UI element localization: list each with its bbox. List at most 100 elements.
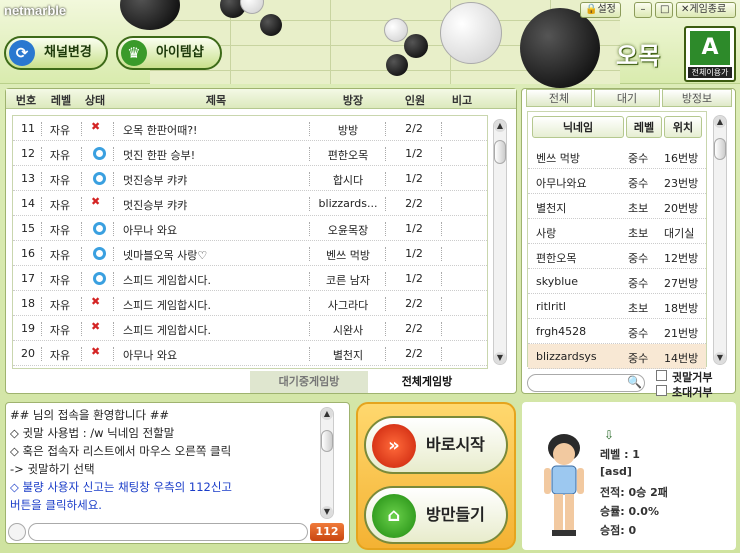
room-number: 19 [21, 322, 35, 335]
room-list-header: 번호 레벨 상태 제목 방장 인원 비고 [6, 89, 516, 109]
room-number: 13 [21, 172, 35, 185]
user-row[interactable]: blizzardsys 중수 14번방 [528, 344, 706, 369]
full-room-icon: ✖ [91, 120, 101, 133]
col-note: 비고 [451, 94, 473, 107]
user-level: 중수 [628, 152, 649, 165]
room-title: 멋진승부 캬캬 [123, 174, 188, 187]
room-level: 자유 [49, 174, 71, 187]
invite-refuse-checkbox[interactable] [656, 385, 667, 396]
chat-scrollbar[interactable]: ▲ ▼ [320, 407, 334, 519]
user-level: 중수 [628, 277, 649, 290]
col-location[interactable]: 위치 [664, 116, 702, 138]
tab-waiting-rooms[interactable]: 대기중게임방 [250, 371, 368, 393]
room-owner: 편한오목 [327, 149, 369, 162]
room-row[interactable]: 16 자유 넷마블오목 사랑♡ 벤쓰 먹방 1/2 [13, 241, 487, 266]
scroll-down-icon[interactable]: ▼ [494, 352, 506, 364]
user-row[interactable]: frgh4528 중수 21번방 [528, 319, 706, 344]
maximize-button[interactable]: □ [655, 2, 673, 18]
open-room-icon [93, 147, 106, 160]
room-row[interactable]: 17 자유 스피드 게임합시다. 코른 남자 1/2 [13, 266, 487, 291]
user-level: 중수 [628, 177, 649, 190]
tab-all-rooms[interactable]: 전체게임방 [368, 371, 486, 393]
scroll-thumb[interactable] [321, 430, 333, 452]
profile-record: 전적: 0승 2패 [600, 486, 668, 499]
room-row[interactable]: 11 자유 오목 한판어때?! 방방 2/2 ✖ [13, 116, 487, 141]
whisper-refuse-label: 귓말거부 [672, 371, 713, 384]
room-row[interactable]: 15 자유 아무나 와요 오윤목장 1/2 [13, 216, 487, 241]
age-rating-label: 전체이용가 [688, 67, 732, 78]
room-number: 20 [21, 347, 35, 360]
scroll-up-icon[interactable]: ▲ [714, 116, 726, 128]
col-number: 번호 [15, 94, 37, 107]
user-list-scrollbar[interactable]: ▲ ▼ [713, 115, 727, 365]
user-row[interactable]: 아무나와요 중수 23번방 [528, 169, 706, 194]
user-row[interactable]: 벤쓰 먹방 중수 16번방 [528, 144, 706, 169]
col-user-level[interactable]: 레벨 [626, 116, 662, 138]
room-owner: 오윤목장 [327, 224, 369, 237]
scroll-down-icon[interactable]: ▼ [321, 506, 333, 518]
quick-start-button[interactable]: » 바로시작 [364, 416, 508, 474]
user-list: 닉네임 레벨 위치 벤쓰 먹방 중수 16번방 아무나와요 중수 23번방 별천지 초보 20번… [527, 111, 707, 369]
tab-all-users[interactable]: 전체 [526, 89, 592, 107]
room-row[interactable]: 12 자유 멋진 한판 승부! 편한오목 1/2 [13, 141, 487, 166]
user-row[interactable]: 편한오목 중수 12번방 [528, 244, 706, 269]
chat-line: ◇ 혹은 접속자 리스트에서 마우스 오른쪽 클릭 [10, 444, 232, 458]
open-room-icon [93, 247, 106, 260]
whisper-refuse-checkbox[interactable] [656, 370, 667, 381]
quick-start-label: 바로시작 [426, 435, 485, 454]
room-row[interactable]: 19 자유 스피드 게임합시다. 시완사 2/2 ✖ [13, 316, 487, 341]
chat-line: ## 님의 접속을 환영합니다 ## [10, 408, 169, 422]
scroll-up-icon[interactable]: ▲ [321, 408, 333, 420]
chat-line: -> 귓말하기 선택 [10, 462, 95, 476]
user-level: 초보 [628, 202, 649, 215]
room-row[interactable]: 13 자유 멋진승부 캬캬 합시다 1/2 [13, 166, 487, 191]
user-row[interactable]: ritlritl 초보 18번방 [528, 294, 706, 319]
user-list-panel: 전체 대기 방정보 닉네임 레벨 위치 벤쓰 먹방 중수 16번방 아무나와요 중수 23… [521, 88, 736, 399]
settings-button[interactable]: 🔒설정 [580, 2, 621, 18]
room-owner: 별천지 [332, 349, 364, 362]
open-room-icon [93, 272, 106, 285]
user-nickname: 별천지 [536, 202, 567, 215]
user-location: 21번방 [664, 327, 699, 340]
tab-room-info[interactable]: 방정보 [662, 89, 732, 107]
room-owner: blizzards... [318, 197, 378, 210]
user-search-input[interactable]: 🔍 [527, 374, 645, 392]
chat-line: 버튼을 클릭하세요. [10, 498, 102, 512]
room-row[interactable]: 20 자유 아무나 와요 별천지 2/2 ✖ [13, 341, 487, 366]
open-room-icon [93, 222, 106, 235]
item-shop-button[interactable]: ♛ 아이템샵 [116, 36, 222, 70]
room-list-scrollbar[interactable]: ▲ ▼ [493, 119, 507, 365]
room-row[interactable]: 14 자유 멋진승부 캬캬 blizzards... 2/2 ✖ [13, 191, 487, 216]
exit-game-button[interactable]: ✕게임종료 [676, 2, 736, 18]
make-room-button[interactable]: ⌂ 방만들기 [364, 486, 508, 544]
room-count: 2/2 [405, 322, 423, 335]
user-location: 16번방 [664, 152, 699, 165]
scroll-thumb[interactable] [714, 138, 726, 160]
minimize-button[interactable]: – [634, 2, 652, 18]
scroll-up-icon[interactable]: ▲ [494, 120, 506, 132]
report-112-button[interactable]: 112 [310, 523, 344, 541]
room-row[interactable]: 18 자유 스피드 게임합시다. 사그라다 2/2 ✖ [13, 291, 487, 316]
channel-change-button[interactable]: ⟳ 채널변경 [4, 36, 108, 70]
tab-waiting-users[interactable]: 대기 [594, 89, 660, 107]
user-row[interactable]: skyblue 중수 27번방 [528, 269, 706, 294]
room-level: 자유 [49, 299, 71, 312]
scroll-down-icon[interactable]: ▼ [714, 352, 726, 364]
room-number: 16 [21, 247, 35, 260]
user-row[interactable]: 사랑 초보 대기실 [528, 219, 706, 244]
exit-game-label: 게임종료 [689, 4, 727, 15]
room-number: 15 [21, 222, 35, 235]
room-count: 1/2 [405, 272, 423, 285]
player-avatar [544, 434, 584, 536]
profile-points: 승점: 0 [600, 524, 637, 537]
search-icon[interactable]: 🔍 [627, 375, 642, 389]
room-number: 14 [21, 197, 35, 210]
chat-input[interactable] [28, 523, 308, 541]
scroll-thumb[interactable] [494, 140, 506, 164]
chat-mode-button[interactable] [8, 523, 26, 541]
chat-line: ◇ 귓말 사용법 : /w 닉네임 전할말 [10, 426, 175, 440]
room-title: 스피드 게임합시다. [123, 274, 211, 287]
room-level: 자유 [49, 224, 71, 237]
user-row[interactable]: 별천지 초보 20번방 [528, 194, 706, 219]
col-nickname[interactable]: 닉네임 [532, 116, 624, 138]
